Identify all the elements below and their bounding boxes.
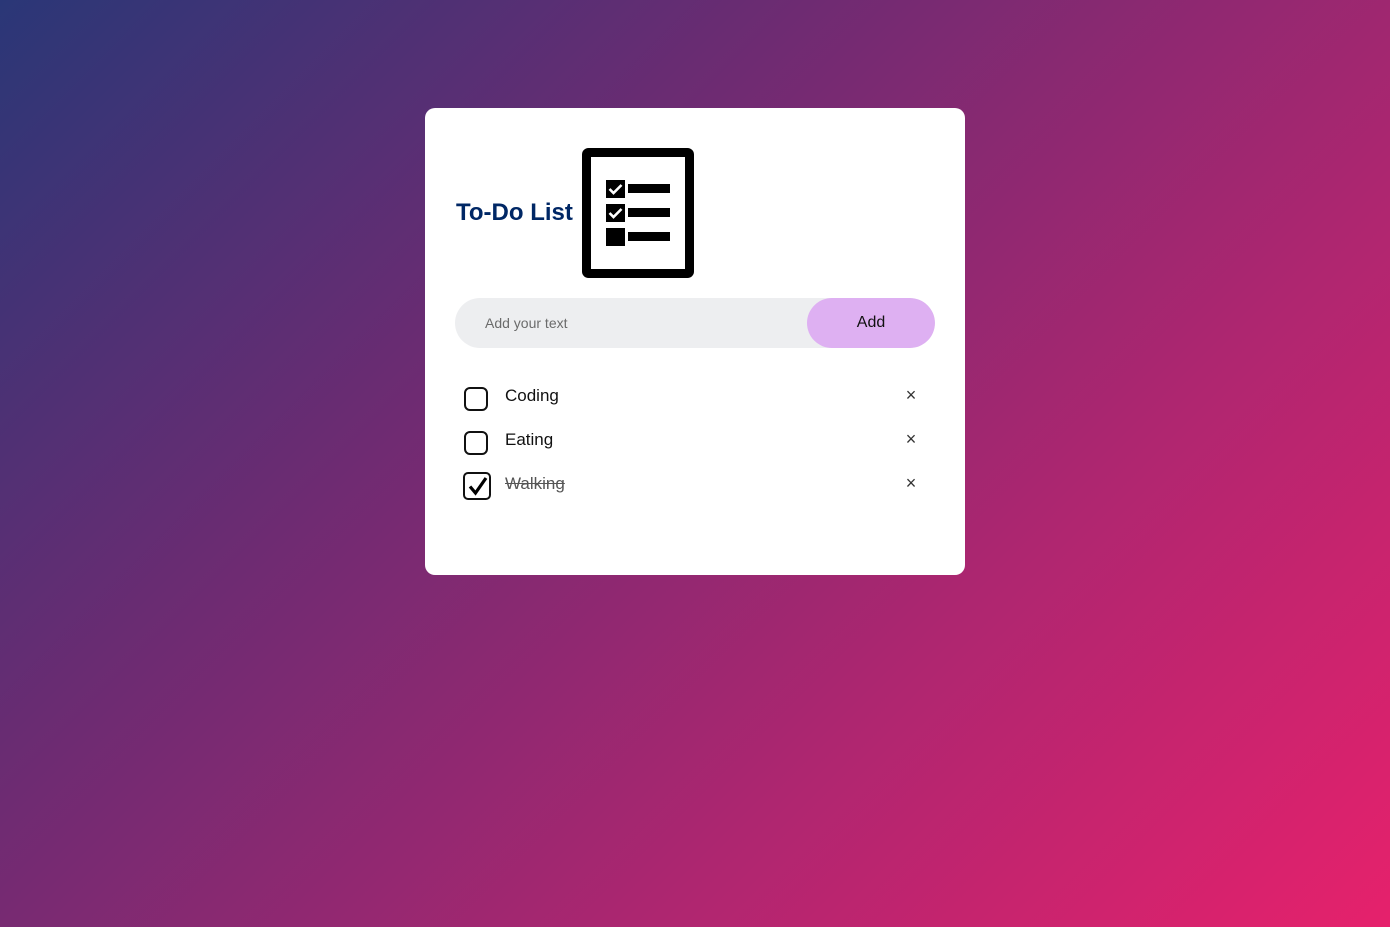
add-button[interactable]: Add	[807, 298, 935, 348]
close-icon[interactable]: ×	[899, 471, 923, 495]
add-task-row: Add	[455, 298, 935, 348]
page-title: To-Do List	[456, 199, 573, 226]
task-label: Walking	[505, 474, 565, 493]
task-label: Eating	[505, 430, 554, 449]
task-list: Coding × Eating × Walking ×	[455, 374, 935, 506]
todo-header: To-Do List	[456, 148, 694, 278]
list-item[interactable]: Coding ×	[455, 374, 935, 418]
checkmark-icon	[468, 477, 488, 496]
task-input[interactable]	[455, 298, 807, 348]
checklist-icon	[581, 148, 694, 278]
unchecked-checkbox-icon[interactable]	[464, 431, 488, 455]
close-icon[interactable]: ×	[899, 383, 923, 407]
task-label: Coding	[505, 386, 559, 405]
todo-card: To-Do List Add Coding × Eating	[425, 108, 965, 575]
list-item[interactable]: Walking ×	[455, 462, 935, 506]
list-item[interactable]: Eating ×	[455, 418, 935, 462]
checked-checkbox-icon[interactable]	[463, 472, 491, 500]
close-icon[interactable]: ×	[899, 427, 923, 451]
unchecked-checkbox-icon[interactable]	[464, 387, 488, 411]
